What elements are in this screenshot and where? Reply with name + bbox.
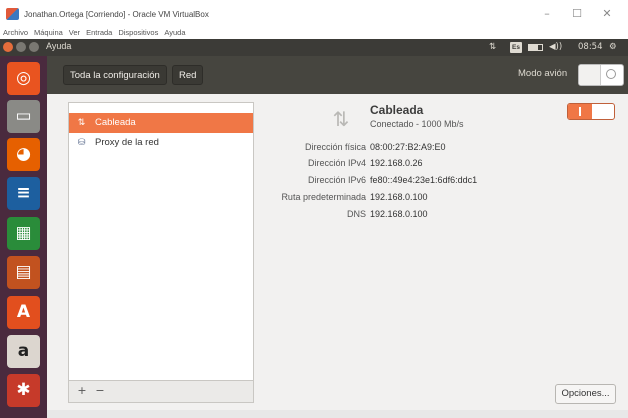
proxy-icon: ⛁	[77, 138, 86, 148]
add-device-button[interactable]: +	[73, 384, 91, 399]
calc-icon: ▦	[15, 223, 32, 243]
mac-address-value: 08:00:27:B2:A9:E0	[370, 142, 446, 152]
menu-ver[interactable]: Ver	[66, 27, 83, 39]
amazon-icon: a	[17, 341, 30, 361]
settings-header: Toda la configuración Red Modo avión	[47, 56, 628, 94]
vbox-window-title: Jonathan.Ortega [Corriendo] - Oracle VM …	[24, 10, 209, 19]
ipv6-value: fe80::49e4:23e1:6df6:ddc1	[370, 175, 478, 185]
files-icon: ▭	[15, 106, 32, 126]
ipv4-value: 192.168.0.26	[370, 158, 423, 168]
menu-maquina[interactable]: Máquina	[31, 27, 66, 39]
device-item-cableada[interactable]: ⇅ Cableada	[69, 113, 253, 133]
close-icon[interactable]	[3, 42, 13, 52]
close-window-button[interactable]: ✕	[598, 6, 616, 22]
ubuntu-dash-icon: ◎	[16, 68, 31, 88]
dns-value: 192.168.0.100	[370, 209, 428, 219]
maximize-icon[interactable]	[29, 42, 39, 52]
minimize-button[interactable]: –	[538, 6, 556, 22]
wired-connection-toggle[interactable]	[567, 103, 615, 120]
launcher-writer-button[interactable]: ≡	[7, 177, 40, 210]
menu-dispositivos[interactable]: Dispositivos	[115, 27, 161, 39]
wired-network-icon: ⇅	[77, 118, 86, 128]
launcher-system-settings-button[interactable]: ✱	[7, 374, 40, 407]
device-label: Cableada	[95, 117, 136, 128]
remove-device-button[interactable]: −	[91, 384, 109, 399]
breadcrumb-red[interactable]: Red	[172, 65, 204, 85]
ipv6-label: Dirección IPv6	[307, 175, 366, 185]
keyboard-layout-indicator[interactable]: Es	[510, 42, 522, 53]
ipv4-label: Dirección IPv4	[307, 158, 366, 168]
clock[interactable]: 08:54	[578, 41, 603, 54]
menu-entrada[interactable]: Entrada	[83, 27, 115, 39]
launcher-impress-button[interactable]: ▤	[7, 256, 40, 289]
connection-status: Conectado - 1000 Mb/s	[370, 119, 464, 129]
default-route-value: 192.168.0.100	[370, 192, 428, 202]
system-settings-icon: ✱	[16, 380, 31, 400]
vbox-menubar: Archivo Máquina Ver Entrada Dispositivos…	[0, 27, 628, 39]
toggle-off-icon	[606, 69, 616, 79]
airplane-mode-toggle[interactable]	[578, 64, 624, 86]
virtualbox-icon	[6, 8, 19, 20]
wired-connection-icon: ⇅	[332, 107, 350, 131]
launcher-software-center-button[interactable]: A	[7, 296, 40, 329]
network-indicator-icon[interactable]: ⇅	[489, 41, 496, 54]
toggle-knob	[579, 65, 601, 85]
minimize-icon[interactable]	[16, 42, 26, 52]
airplane-mode-label: Modo avión	[518, 68, 568, 79]
menu-archivo[interactable]: Archivo	[0, 27, 31, 39]
launcher-amazon-button[interactable]: a	[7, 335, 40, 368]
launcher-firefox-button[interactable]: ◕	[7, 138, 40, 171]
toggle-on-icon	[579, 107, 581, 116]
options-button[interactable]: Opciones...	[555, 384, 616, 404]
firefox-icon: ◕	[16, 144, 31, 164]
device-list-toolbar: + −	[68, 381, 254, 403]
impress-icon: ▤	[15, 262, 32, 282]
menu-ayuda[interactable]: Ayuda	[161, 27, 188, 39]
volume-icon[interactable]: ◀))	[549, 41, 562, 54]
connection-title: Cableada	[370, 103, 424, 117]
vbox-titlebar: Jonathan.Ortega [Corriendo] - Oracle VM …	[0, 0, 628, 27]
default-route-label: Ruta predeterminada	[281, 192, 366, 202]
launcher-ubuntu-dash-button[interactable]: ◎	[7, 62, 40, 95]
launcher-calc-button[interactable]: ▦	[7, 217, 40, 250]
network-settings-panel: ⇅ Cableada ⛁ Proxy de la red + − ⇅ Cable…	[47, 94, 628, 418]
ubuntu-top-panel: Ayuda ⇅ Es ◀)) 08:54 ⚙	[0, 39, 628, 56]
vbox-status-bar	[47, 410, 628, 418]
mac-address-label: Dirección física	[304, 142, 366, 152]
active-app-name: Ayuda	[46, 41, 72, 51]
launcher-files-button[interactable]: ▭	[7, 100, 40, 133]
all-settings-button[interactable]: Toda la configuración	[63, 65, 167, 85]
window-controls	[3, 42, 39, 52]
maximize-button[interactable]: ☐	[568, 6, 586, 22]
session-gear-icon[interactable]: ⚙	[609, 41, 617, 54]
writer-icon: ≡	[16, 183, 31, 203]
launcher: ◎ ▭ ◕ ≡ ▦ ▤ Aa ✱	[0, 56, 47, 418]
battery-icon[interactable]	[528, 44, 543, 51]
software-center-icon: A	[16, 302, 31, 322]
dns-label: DNS	[346, 209, 366, 219]
